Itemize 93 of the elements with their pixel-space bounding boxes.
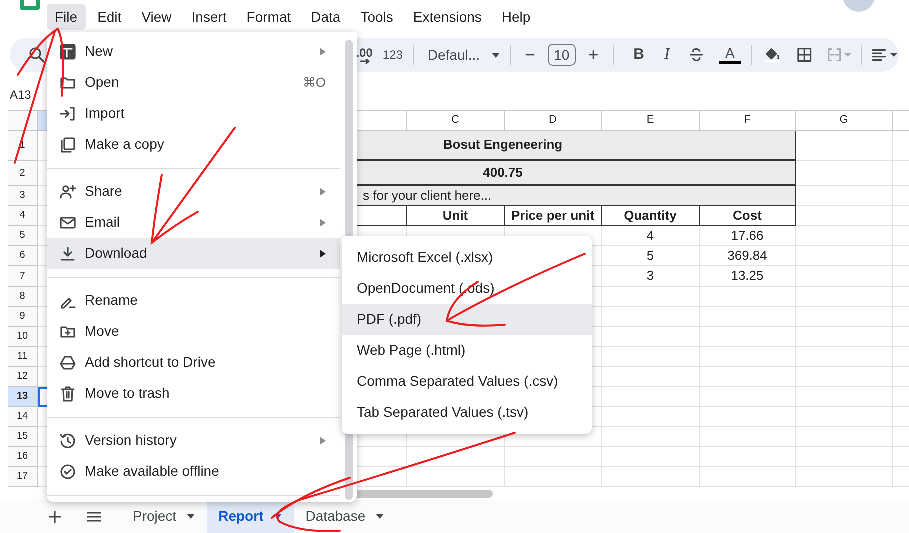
column-header[interactable]: D xyxy=(505,111,602,131)
increase-decimal-button[interactable]: .00 xyxy=(356,46,373,64)
plus-icon[interactable] xyxy=(49,510,61,522)
menu-item[interactable]: Format xyxy=(238,4,300,30)
column-heading: Unit xyxy=(407,206,505,226)
menu-item-icon xyxy=(60,386,76,402)
menu-item[interactable]: File xyxy=(47,4,86,30)
merge-cells-icon[interactable] xyxy=(826,47,852,63)
table-cell: 17.66 xyxy=(700,226,796,246)
menu-item[interactable]: Add shortcut to Drive xyxy=(47,347,340,378)
strikethrough-icon[interactable] xyxy=(690,47,704,63)
row-header[interactable]: 2 xyxy=(8,161,38,186)
number-format-button[interactable]: 123 xyxy=(382,46,403,64)
font-dropdown[interactable]: Defaul... xyxy=(424,44,500,66)
row-header[interactable]: 10 xyxy=(8,327,38,347)
menu-item[interactable]: Help xyxy=(494,4,539,30)
shortcut-text: ⌘O xyxy=(302,74,326,92)
menu-item-icon xyxy=(60,464,76,480)
table-cell: 5 xyxy=(602,246,700,266)
caret-icon xyxy=(186,514,195,519)
menu-item[interactable]: Import xyxy=(47,98,340,129)
menu-item-icon xyxy=(60,136,76,152)
arrow-icon xyxy=(360,58,370,64)
borders-icon[interactable] xyxy=(797,47,813,63)
menu-item[interactable]: Open ⌘O xyxy=(47,67,340,98)
menu-item[interactable]: Data xyxy=(303,4,349,30)
menu-item[interactable]: Comma Separated Values (.csv) xyxy=(342,366,592,397)
menu-item[interactable]: Tab Separated Values (.tsv) xyxy=(342,397,592,428)
table-cell: 369.84 xyxy=(700,246,796,266)
column-heading: Cost xyxy=(700,206,796,226)
row-header[interactable]: 16 xyxy=(8,447,38,467)
menu-item[interactable]: Make available offline xyxy=(47,456,340,487)
menu-item[interactable]: Download xyxy=(47,238,340,269)
menu-item[interactable]: Rename xyxy=(47,285,340,316)
row-header[interactable]: 8 xyxy=(8,287,38,307)
menu-item[interactable]: Edit xyxy=(90,4,130,30)
row-header[interactable]: 9 xyxy=(8,307,38,327)
menu-item-icon xyxy=(60,354,76,370)
paint-bucket-icon[interactable] xyxy=(764,46,782,64)
menu-item[interactable]: Move xyxy=(47,316,340,347)
row-header[interactable]: 17 xyxy=(8,467,38,487)
menu-icon[interactable] xyxy=(87,510,101,522)
table-cell: 3 xyxy=(602,266,700,287)
menu-item[interactable]: Move to trash xyxy=(47,378,340,409)
sheet-tab[interactable]: Database xyxy=(294,500,396,533)
menu-item[interactable]: Email xyxy=(47,207,340,238)
row-header[interactable]: 15 xyxy=(8,427,38,447)
column-header[interactable]: E xyxy=(602,111,700,131)
menu-item-icon xyxy=(60,246,76,262)
row-header[interactable]: 4 xyxy=(8,206,38,226)
column-header[interactable]: G xyxy=(796,111,893,131)
menu-item[interactable]: PDF (.pdf) xyxy=(342,304,592,335)
name-box[interactable]: A13 xyxy=(10,86,32,104)
menu-item-icon xyxy=(60,74,76,90)
column-header[interactable]: F xyxy=(700,111,796,131)
caret-icon xyxy=(376,514,384,519)
italic-button[interactable]: I xyxy=(660,43,674,67)
column-header[interactable]: C xyxy=(407,111,505,131)
search-icon[interactable] xyxy=(29,47,45,63)
font-size-field[interactable]: 10 xyxy=(548,44,576,66)
menu-item[interactable]: Tools xyxy=(352,4,402,30)
select-all-corner[interactable] xyxy=(8,111,38,131)
decrease-font-size-button[interactable]: − xyxy=(520,42,540,68)
menu-item-icon xyxy=(60,106,76,122)
row-header[interactable]: 6 xyxy=(8,246,38,266)
menu-item-icon xyxy=(60,432,76,448)
text-color-button[interactable]: A xyxy=(719,46,742,64)
menu-item[interactable]: Insert xyxy=(184,4,235,30)
menu-item[interactable]: Version history xyxy=(47,425,340,456)
menu-item-icon xyxy=(60,324,76,340)
row-header[interactable]: 5 xyxy=(8,226,38,246)
menu-item[interactable]: Web Page (.html) xyxy=(342,335,592,366)
increase-font-size-button[interactable]: + xyxy=(584,42,603,68)
row-header[interactable]: 14 xyxy=(8,407,38,427)
column-heading: Price per unit xyxy=(505,206,602,226)
caret-icon xyxy=(492,52,500,58)
table-cell: 13.25 xyxy=(700,266,796,287)
table-cell: 4 xyxy=(602,226,700,246)
row-header[interactable]: 11 xyxy=(8,347,38,367)
row-header[interactable]: 12 xyxy=(8,367,38,387)
bold-button[interactable]: B xyxy=(630,44,649,66)
row-header[interactable]: 3 xyxy=(8,186,38,206)
row-header[interactable]: 13 xyxy=(8,387,38,407)
column-heading: Quantity xyxy=(602,206,700,226)
menu-item-icon xyxy=(60,214,76,230)
align-left-icon[interactable] xyxy=(872,47,899,63)
menu-item-icon xyxy=(60,184,76,200)
sheet-tab[interactable]: Project xyxy=(121,500,207,533)
row-header[interactable]: 7 xyxy=(8,266,38,287)
menu-item[interactable]: Extensions xyxy=(405,4,490,30)
menu-item[interactable]: New xyxy=(47,36,340,67)
menu-item[interactable]: Microsoft Excel (.xlsx) xyxy=(342,242,592,273)
menu-item[interactable]: View xyxy=(134,4,180,30)
